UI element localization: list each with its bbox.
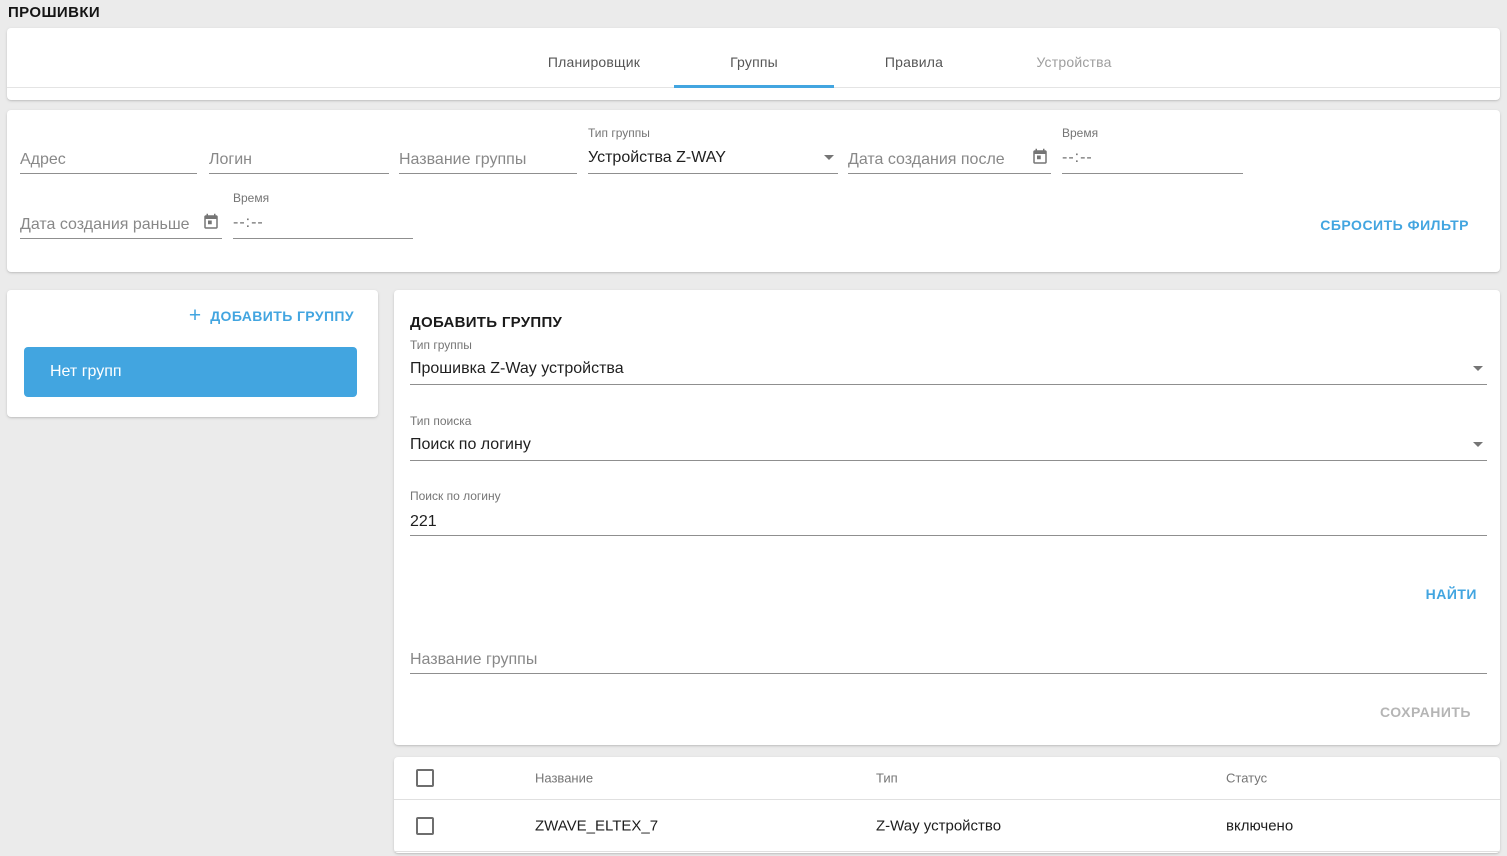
active-tab-indicator xyxy=(674,85,834,88)
groups-panel-card: + ДОБАВИТЬ ГРУППУ Нет групп xyxy=(7,290,378,417)
plus-icon: + xyxy=(189,307,201,325)
tab-scheduler[interactable]: Планировщик xyxy=(514,38,674,86)
search-login-field: Поиск по логину xyxy=(410,487,1487,536)
created-after-input[interactable] xyxy=(848,151,1051,169)
row-checkbox-cell xyxy=(416,817,434,835)
address-input[interactable] xyxy=(20,151,197,169)
group-name-filter-input[interactable] xyxy=(399,151,577,169)
calendar-icon[interactable] xyxy=(202,213,220,231)
time-after-label: Время xyxy=(1062,126,1098,140)
tab-devices[interactable]: Устройства xyxy=(994,38,1154,86)
time-before-field[interactable]: Время --:-- xyxy=(233,189,413,239)
group-type-select[interactable]: Тип группы Устройства Z-WAY xyxy=(588,124,838,174)
form-title: ДОБАВИТЬ ГРУППУ xyxy=(410,314,562,331)
no-groups-label: Нет групп xyxy=(50,363,122,381)
address-field xyxy=(20,124,197,174)
device-name: ZWAVE_ELTEX_7 xyxy=(535,818,658,835)
column-header-type: Тип xyxy=(876,771,898,786)
add-group-button-label: ДОБАВИТЬ ГРУППУ xyxy=(210,308,354,324)
tabs-card: Планировщик Группы Правила Устройства xyxy=(7,28,1500,100)
form-group-type-label: Тип группы xyxy=(410,338,472,352)
group-type-label: Тип группы xyxy=(588,126,650,140)
search-type-value: Поиск по логину xyxy=(410,436,531,454)
chevron-down-icon xyxy=(824,155,834,160)
device-status: включено xyxy=(1226,818,1293,835)
row-checkbox[interactable] xyxy=(416,817,434,835)
search-type-label: Тип поиска xyxy=(410,414,471,428)
select-all-checkbox[interactable] xyxy=(416,769,434,787)
add-group-button[interactable]: + ДОБАВИТЬ ГРУППУ xyxy=(189,307,354,325)
table-row[interactable]: ZWAVE_ELTEX_7 Z-Way устройство включено xyxy=(394,801,1500,852)
device-type: Z-Way устройство xyxy=(876,818,1001,835)
select-all-checkbox-cell xyxy=(416,769,434,787)
new-group-name-input[interactable] xyxy=(410,651,1487,669)
add-group-form-card: ДОБАВИТЬ ГРУППУ Тип группы Прошивка Z-Wa… xyxy=(394,290,1500,745)
tab-rules[interactable]: Правила xyxy=(834,38,994,86)
search-login-label: Поиск по логину xyxy=(410,489,501,503)
devices-table-card: Название Тип Статус ZWAVE_ELTEX_7 Z-Way … xyxy=(394,757,1500,853)
reset-filter-button[interactable]: СБРОСИТЬ ФИЛЬТР xyxy=(1320,217,1469,233)
calendar-icon[interactable] xyxy=(1031,148,1049,166)
search-type-select[interactable]: Тип поиска Поиск по логину xyxy=(410,412,1487,461)
group-type-value: Устройства Z-WAY xyxy=(588,149,726,167)
search-login-input[interactable] xyxy=(410,513,1487,531)
created-before-field xyxy=(20,189,222,239)
chevron-down-icon xyxy=(1473,442,1483,447)
save-button[interactable]: СОХРАНИТЬ xyxy=(1380,704,1471,720)
created-after-field xyxy=(848,124,1051,174)
time-before-label: Время xyxy=(233,191,269,205)
tab-groups[interactable]: Группы xyxy=(674,38,834,86)
column-header-status: Статус xyxy=(1226,771,1267,786)
group-name-filter-field xyxy=(399,124,577,174)
login-field xyxy=(209,124,389,174)
time-before-value: --:-- xyxy=(233,214,264,232)
login-input[interactable] xyxy=(209,151,389,169)
time-after-value: --:-- xyxy=(1062,149,1093,167)
column-header-name: Название xyxy=(535,771,593,786)
form-group-type-select[interactable]: Тип группы Прошивка Z-Way устройства xyxy=(410,336,1487,385)
table-header-row: Название Тип Статус xyxy=(394,757,1500,800)
page-title: ПРОШИВКИ xyxy=(8,4,100,21)
new-group-name-field xyxy=(410,625,1487,674)
filter-card: Тип группы Устройства Z-WAY Время --:-- … xyxy=(7,110,1500,272)
form-group-type-value: Прошивка Z-Way устройства xyxy=(410,360,624,378)
time-after-field[interactable]: Время --:-- xyxy=(1062,124,1243,174)
chevron-down-icon xyxy=(1473,366,1483,371)
find-button[interactable]: НАЙТИ xyxy=(1426,586,1477,602)
created-before-input[interactable] xyxy=(20,216,222,234)
no-groups-banner: Нет групп xyxy=(24,347,357,397)
